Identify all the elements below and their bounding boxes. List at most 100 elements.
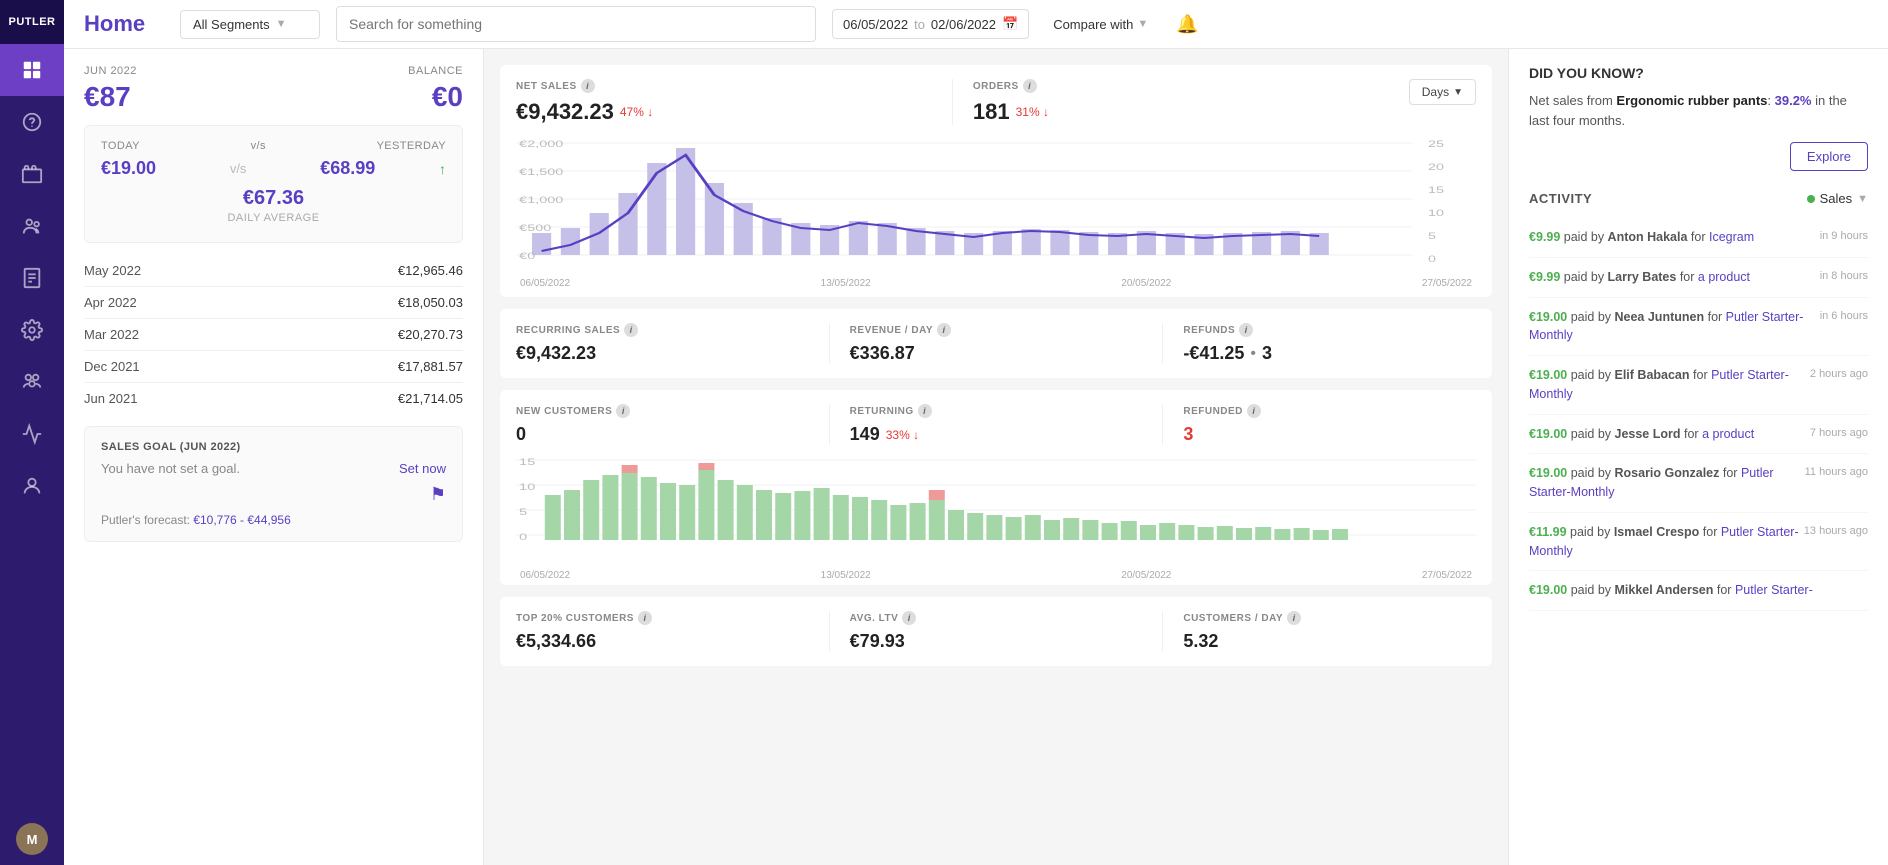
activity-time: in 8 hours xyxy=(1820,268,1868,285)
list-item: May 2022 €12,965.46 xyxy=(84,255,463,287)
yesterday-amount: €68.99 xyxy=(320,158,375,179)
refunds-value: -€41.25 xyxy=(1183,343,1244,364)
net-sales-metric: NET SALES i €9,432.23 47% ↓ xyxy=(516,79,932,125)
activity-amount: €11.99 xyxy=(1529,525,1567,539)
app-logo: PUTLER xyxy=(0,0,64,44)
today-amount: €19.00 xyxy=(101,158,156,179)
list-item: Apr 2022 €18,050.03 xyxy=(84,287,463,319)
svg-text:€0: €0 xyxy=(519,251,535,261)
activity-payer: Larry Bates xyxy=(1608,270,1677,284)
revenue-day-value: €336.87 xyxy=(850,343,1143,364)
refunds-header: REFUNDS i xyxy=(1183,323,1476,337)
vs-separator: v/s xyxy=(230,161,247,176)
sidebar-item-revenue[interactable] xyxy=(0,96,64,148)
activity-header: ACTIVITY Sales ▼ xyxy=(1529,191,1868,206)
sales-filter-dropdown[interactable]: Sales ▼ xyxy=(1807,191,1868,206)
notification-bell-icon[interactable]: 🔔 xyxy=(1176,14,1198,35)
sidebar-item-audience[interactable] xyxy=(0,200,64,252)
svg-text:0: 0 xyxy=(519,532,527,542)
content-area: JUN 2022 BALANCE €87 €0 TODAY v/s YESTER… xyxy=(64,49,1888,865)
activity-payer: Anton Hakala xyxy=(1608,230,1688,244)
main-area: Home All Segments ▼ 06/05/2022 to 02/06/… xyxy=(64,0,1888,865)
orders-change: 31% ↓ xyxy=(1016,105,1049,119)
middle-panel: NET SALES i €9,432.23 47% ↓ ORDERS i xyxy=(484,49,1508,865)
svg-text:5: 5 xyxy=(519,507,527,517)
activity-item: 13 hours ago €11.99 paid by Ismael Cresp… xyxy=(1529,513,1868,572)
svg-text:25: 25 xyxy=(1428,139,1444,149)
set-now-link[interactable]: Set now xyxy=(399,461,446,476)
svg-text:20: 20 xyxy=(1428,162,1444,172)
sidebar-bottom: M xyxy=(0,813,64,865)
cust-per-day-value: 5.32 xyxy=(1183,631,1476,652)
search-input[interactable] xyxy=(336,6,816,42)
days-button[interactable]: Days ▼ xyxy=(1409,79,1476,105)
compare-with-dropdown[interactable]: Compare with ▼ xyxy=(1045,17,1156,32)
activity-item: in 9 hours €9.99 paid by Anton Hakala fo… xyxy=(1529,218,1868,258)
refunds-count: 3 xyxy=(1262,343,1272,364)
customers-card: NEW CUSTOMERS i 0 RETURNING i 149 33% ↓ xyxy=(500,390,1492,585)
sidebar-item-groups[interactable] xyxy=(0,356,64,408)
dyk-title: DID YOU KNOW? xyxy=(1529,65,1868,81)
returning-value-row: 149 33% ↓ xyxy=(850,424,1143,445)
sidebar-item-analytics[interactable] xyxy=(0,408,64,460)
sales-label: Sales xyxy=(1820,191,1853,206)
sidebar-item-home[interactable] xyxy=(0,44,64,96)
activity-time: 13 hours ago xyxy=(1804,523,1868,540)
activity-title: ACTIVITY xyxy=(1529,191,1592,206)
month-label: JUN 2022 xyxy=(84,65,137,77)
activity-product-link[interactable]: a product xyxy=(1702,427,1754,441)
refunds-dot: • xyxy=(1250,345,1256,363)
dyk-text: Net sales from Ergonomic rubber pants: 3… xyxy=(1529,91,1868,130)
list-item: Mar 2022 €20,270.73 xyxy=(84,319,463,351)
sidebar-item-settings[interactable] xyxy=(0,304,64,356)
sidebar-item-admin[interactable] xyxy=(0,460,64,512)
daily-avg-label: DAILY AVERAGE xyxy=(101,212,446,224)
sales-goal-text: You have not set a goal. xyxy=(101,461,240,476)
sales-chart-container: €2,000 €1,500 €1,000 €500 €0 25 20 15 10… xyxy=(516,133,1476,297)
avatar[interactable]: M xyxy=(16,823,48,855)
daily-avg-value: €67.36 xyxy=(101,187,446,210)
activity-product-link[interactable]: Icegram xyxy=(1709,230,1754,244)
activity-payer: Rosario Gonzalez xyxy=(1615,466,1720,480)
activity-item: in 6 hours €19.00 paid by Neea Juntunen … xyxy=(1529,298,1868,357)
activity-time: in 6 hours xyxy=(1820,308,1868,325)
net-sales-value: €9,432.23 xyxy=(516,99,614,125)
activity-amount: €9.99 xyxy=(1529,270,1560,284)
did-you-know-section: DID YOU KNOW? Net sales from Ergonomic r… xyxy=(1529,65,1868,171)
customers-metrics-row: NEW CUSTOMERS i 0 RETURNING i 149 33% ↓ xyxy=(516,404,1476,445)
green-dot-icon xyxy=(1807,195,1815,203)
new-customers-header: NEW CUSTOMERS i xyxy=(516,404,809,418)
svg-text:10: 10 xyxy=(519,482,535,492)
activity-amount: €9.99 xyxy=(1529,230,1560,244)
chart-x-labels: 06/05/2022 13/05/2022 20/05/2022 27/05/2… xyxy=(516,278,1476,289)
svg-text:15: 15 xyxy=(519,457,535,467)
activity-product-link[interactable]: Putler Starter- xyxy=(1735,583,1813,597)
left-panel: JUN 2022 BALANCE €87 €0 TODAY v/s YESTER… xyxy=(64,49,484,865)
forecast-text: Putler's forecast: €10,776 - €44,956 xyxy=(101,513,446,527)
activity-amount: €19.00 xyxy=(1529,427,1567,441)
header: Home All Segments ▼ 06/05/2022 to 02/06/… xyxy=(64,0,1888,49)
refunds-metric: REFUNDS i -€41.25 • 3 xyxy=(1162,323,1476,364)
activity-product-link[interactable]: a product xyxy=(1698,270,1750,284)
sidebar-item-store[interactable] xyxy=(0,148,64,200)
customers-chart-container: 15 10 5 0 xyxy=(516,455,1476,585)
segment-dropdown[interactable]: All Segments ▼ xyxy=(180,10,320,39)
monthly-list: May 2022 €12,965.46 Apr 2022 €18,050.03 … xyxy=(84,255,463,414)
activity-time: 11 hours ago xyxy=(1805,464,1868,481)
balance-label: BALANCE xyxy=(408,65,463,77)
ty-amounts-row: €19.00 v/s €68.99 ↑ xyxy=(101,158,446,179)
date-range-picker[interactable]: 06/05/2022 to 02/06/2022 📅 xyxy=(832,9,1029,39)
activity-payer: Ismael Crespo xyxy=(1614,525,1699,539)
activity-time: in 9 hours xyxy=(1820,228,1868,245)
date-to: 02/06/2022 xyxy=(931,17,996,32)
sidebar-item-reports[interactable] xyxy=(0,252,64,304)
amounts-row: €87 €0 xyxy=(84,81,463,113)
sidebar: PUTLER M xyxy=(0,0,64,865)
activity-item: in 8 hours €9.99 paid by Larry Bates for… xyxy=(1529,258,1868,298)
info-icon: i xyxy=(624,323,638,337)
activity-time: 2 hours ago xyxy=(1810,366,1868,383)
explore-button[interactable]: Explore xyxy=(1790,142,1868,171)
svg-text:5: 5 xyxy=(1428,231,1436,241)
cust-per-day-metric: CUSTOMERS / DAY i 5.32 xyxy=(1162,611,1476,652)
net-sales-orders-card: NET SALES i €9,432.23 47% ↓ ORDERS i xyxy=(500,65,1492,297)
